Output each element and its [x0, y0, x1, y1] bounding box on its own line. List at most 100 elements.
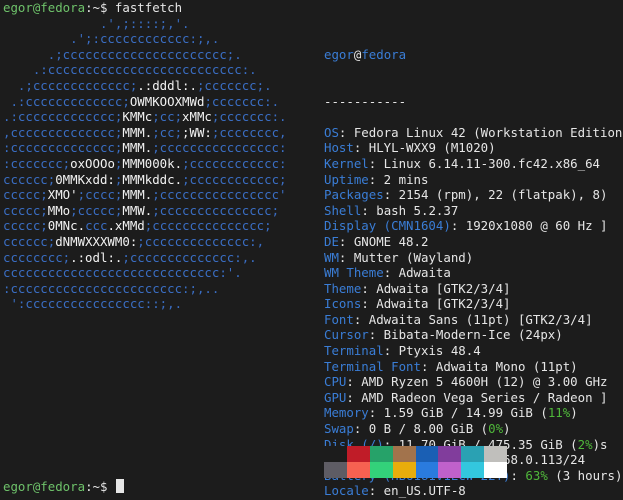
info-key: WM — [324, 249, 339, 265]
logo-glyph-white: MMM000k. — [122, 155, 183, 171]
logo-glyph-blue: cccccc; — [3, 233, 56, 249]
info-key: OS — [324, 124, 339, 140]
palette-swatch-normal-3 — [392, 446, 416, 462]
logo-glyph-white: xMMc — [182, 109, 212, 125]
info-value: : 2 mins — [368, 171, 429, 187]
info-value: : bash 5.2.37 — [361, 202, 459, 218]
logo-glyph-blue: ;cccccccc, — [211, 124, 287, 140]
logo-glyph-white: MMMkddc. — [122, 171, 183, 187]
logo-glyph-white: .:odl:. — [70, 249, 123, 265]
logo-line: .:cccccccccccccccccccccccccc:. — [3, 62, 287, 78]
logo-glyph-blue: ;cc; — [152, 109, 183, 125]
info-row: Display (CMN1604): 1920x1080 @ 60 Hz ] — [324, 218, 623, 234]
logo-glyph-blue: .:ccccccccccccc; — [3, 93, 130, 109]
info-key: Locale — [324, 483, 369, 499]
logo-glyph-blue: ;cccccccccccccccc' — [152, 187, 287, 203]
palette-swatch-bright-2 — [369, 462, 393, 478]
palette-swatch-bright-0 — [324, 462, 347, 478]
logo-line: .:ccccccccccccc;KMMc;cc;xMMc;ccccccc:. — [3, 109, 287, 125]
info-key: DE — [324, 233, 339, 249]
info-row: Kernel: Linux 6.14.11-300.fc42.x86_64 — [324, 156, 623, 172]
palette-swatch-normal-2 — [369, 446, 393, 462]
logo-glyph-white: dNMWXXXWM0: — [55, 233, 138, 249]
info-value: : 0 B / 8.00 GiB ( — [353, 421, 489, 437]
info-key: Swap — [324, 421, 354, 437]
logo-glyph-blue: :cccccccccccccc; — [3, 140, 123, 156]
info-key: Memory — [324, 405, 369, 421]
logo-glyph-blue: ,cccccccccccccc; — [3, 124, 123, 140]
logo-line: cccccc;0MMKxdd:;MMMkddc.;cccccccccccc; — [3, 172, 287, 188]
info-row: Packages: 2154 (rpm), 22 (flatpak), 8) — [324, 187, 623, 203]
logo-line: ,cccccccccccccc;MMM.;cc;;WW:;cccccccc, — [3, 125, 287, 141]
info-row: GPU: AMD Radeon Vega Series / Radeon ] — [324, 390, 623, 406]
logo-line: .;cccccccccccccccccccccc;. — [3, 47, 287, 63]
info-key-extra: (CMN1604) — [376, 218, 451, 234]
info-value-end: (3 hours) — [547, 467, 623, 483]
logo-glyph-blue: .;ccccccccccccc; — [3, 77, 138, 93]
logo-glyph-blue: ;cccccccccccccc:,. — [122, 249, 257, 265]
info-value: : Linux 6.14.11-300.fc42.x86_64 — [368, 155, 601, 171]
info-row: DE: GNOME 48.2 — [324, 234, 623, 250]
info-percent: 0% — [488, 421, 504, 437]
info-value: : Mutter (Wayland) — [338, 249, 474, 265]
info-percent: 63% — [525, 467, 548, 483]
palette-swatch-bright-3 — [392, 462, 416, 478]
logo-glyph-blue: .:cccccccccccccccccccccccccc:. — [3, 62, 257, 78]
info-row: Memory: 1.59 GiB / 14.99 GiB (11%) — [324, 405, 623, 421]
prompt-line-idle[interactable]: egor@fedora:~$ — [3, 479, 124, 495]
palette-normal-row — [324, 446, 508, 462]
logo-line: .',;::::;,'. — [3, 16, 287, 32]
info-row: Terminal Font: Adwaita Mono (11pt) — [324, 359, 623, 375]
info-row: Swap: 0 B / 8.00 GiB (0%) — [324, 421, 623, 437]
logo-glyph-blue: ;cccc; — [77, 187, 123, 203]
palette-swatch-normal-6 — [461, 446, 485, 462]
logo-glyph-white: oxOOOo — [70, 155, 115, 171]
info-value: : HLYL-WXX9 (M1020) — [353, 140, 496, 156]
palette-swatch-bright-5 — [438, 462, 462, 478]
logo-line: :ccccccc;oxOOOo;MMM000k.;cccccccccccc: — [3, 156, 287, 172]
info-row: Locale: en_US.UTF-8 — [324, 483, 623, 499]
logo-line: ':cccccccccccccccc::;,. — [3, 296, 287, 312]
info-value: : 2154 (rpm), 22 (flatpak), 8) — [383, 187, 608, 203]
palette-swatch-normal-0 — [324, 446, 347, 462]
logo-glyph-blue: ccc — [85, 218, 108, 234]
info-row: WM: Mutter (Wayland) — [324, 250, 623, 266]
logo-glyph-white: 0MMKxdd: — [55, 171, 115, 187]
logo-glyph-blue: ccccccccccccccccccccccccccccc:'. — [3, 265, 242, 281]
info-row: Icons: Adwaita [GTK2/3/4] — [324, 296, 623, 312]
info-row: Font: Adwaita Sans (11pt) [GTK2/3/4] — [324, 312, 623, 328]
logo-glyph-white: OWMKOOXMWd — [129, 93, 205, 109]
logo-glyph-blue: ;cccccccccccccccc: — [152, 140, 287, 156]
info-value: : Adwaita Mono (11pt) — [420, 358, 578, 374]
color-palette — [324, 446, 508, 478]
info-key: CPU — [324, 374, 347, 390]
info-key: Terminal Font — [324, 358, 421, 374]
palette-swatch-bright-7 — [484, 462, 508, 478]
info-key: GPU — [324, 389, 347, 405]
info-header: egor@fedora — [324, 47, 623, 63]
info-key: Cursor — [324, 327, 369, 343]
info-row: Host: HLYL-WXX9 (M1020) — [324, 140, 623, 156]
logo-line: ccccc;MMo;ccccc;MMW.;ccccccccccccccc; — [3, 203, 287, 219]
logo-glyph-blue: ccccc; — [3, 218, 48, 234]
prompt-user-host: egor@fedora — [3, 479, 86, 494]
info-percent: 2% — [577, 436, 593, 452]
logo-glyph-blue: .;cccccccccccccccccccccc;. — [3, 46, 242, 62]
logo-line: ccccc;0MNc.ccc.xMMd;ccccccccccccccc; — [3, 218, 287, 234]
info-value: : Adwaita [GTK2/3/4] — [361, 280, 511, 296]
prompt-path: :~$ — [85, 0, 115, 15]
system-info-panel: egor@fedora ----------- OS: Fedora Linux… — [324, 16, 623, 499]
info-percent: 11% — [547, 405, 571, 421]
logo-glyph-blue: ;ccccc; — [70, 202, 123, 218]
info-value-end: )s — [592, 436, 608, 452]
logo-glyph-white: XMO' — [47, 187, 78, 203]
info-row: Theme: Adwaita [GTK2/3/4] — [324, 281, 623, 297]
info-row: OS: Fedora Linux 42 (Workstation Edition… — [324, 125, 623, 141]
info-row: Terminal: Ptyxis 48.4 — [324, 343, 623, 359]
info-value: : 1.59 GiB / 14.99 GiB ( — [368, 405, 548, 421]
info-key: Terminal — [324, 343, 384, 359]
info-host: fedora — [361, 46, 407, 62]
logo-glyph-blue: ;ccccccccccccccc; — [152, 202, 280, 218]
logo-glyph-blue: ;ccccccc:. — [204, 93, 280, 109]
logo-glyph-blue: ccccc; — [3, 187, 48, 203]
